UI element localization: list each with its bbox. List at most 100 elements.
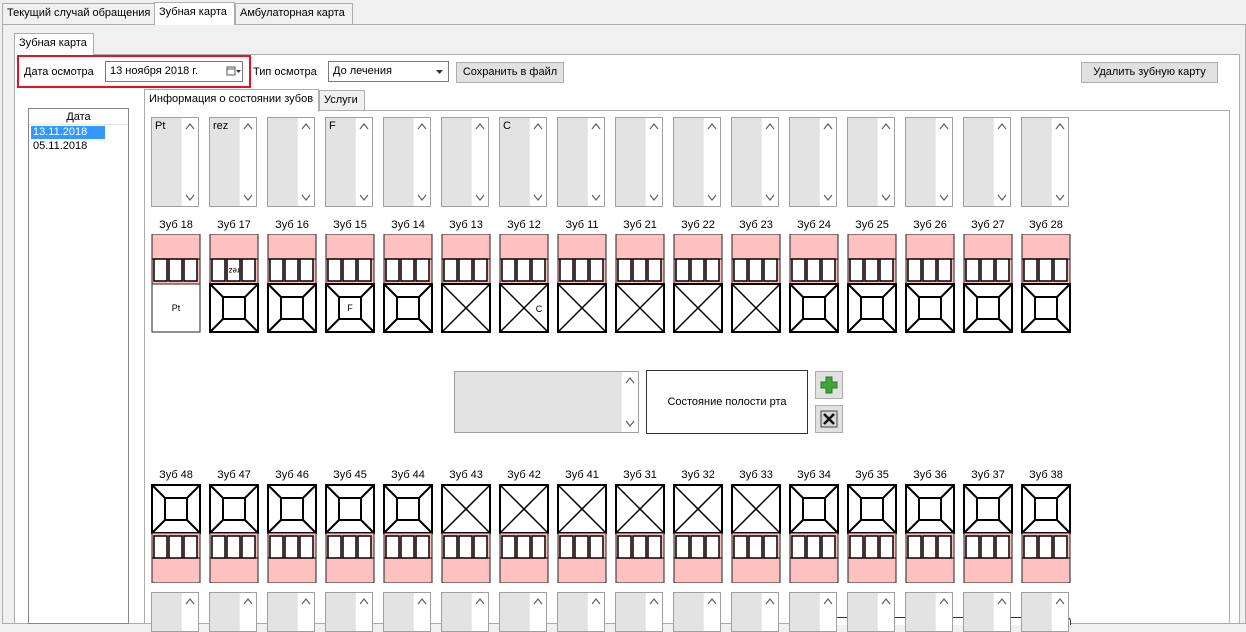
- scrollbar[interactable]: [529, 593, 546, 631]
- tooth-note-field[interactable]: [267, 592, 315, 632]
- scrollbar[interactable]: [935, 593, 952, 631]
- scroll-up-icon[interactable]: [591, 597, 601, 605]
- tooth-diagram[interactable]: [499, 484, 551, 584]
- scroll-up-icon[interactable]: [417, 597, 427, 605]
- save-to-file-button[interactable]: Сохранить в файл: [456, 62, 564, 83]
- scroll-down-icon[interactable]: [625, 420, 635, 428]
- tooth-diagram[interactable]: [963, 233, 1015, 333]
- exam-date-picker[interactable]: 13 ноября 2018 г.: [105, 61, 243, 82]
- tooth-note-field[interactable]: [441, 592, 489, 632]
- tooth-diagram[interactable]: [151, 484, 203, 584]
- scroll-down-icon[interactable]: [1055, 194, 1065, 202]
- tooth-diagram[interactable]: rez: [209, 233, 261, 333]
- tooth-note-field[interactable]: [673, 117, 721, 207]
- scroll-up-icon[interactable]: [625, 376, 635, 384]
- scroll-up-icon[interactable]: [243, 122, 253, 130]
- scroll-up-icon[interactable]: [707, 122, 717, 130]
- scroll-up-icon[interactable]: [939, 597, 949, 605]
- scroll-up-icon[interactable]: [823, 597, 833, 605]
- date-list-item[interactable]: 05.11.2018: [31, 140, 126, 153]
- scrollbar[interactable]: [819, 593, 836, 631]
- tooth-diagram[interactable]: [267, 233, 319, 333]
- tooth-diagram[interactable]: [615, 484, 667, 584]
- scroll-up-icon[interactable]: [533, 122, 543, 130]
- tooth-note-field[interactable]: C: [499, 117, 547, 207]
- scroll-down-icon[interactable]: [417, 194, 427, 202]
- scroll-up-icon[interactable]: [765, 597, 775, 605]
- scroll-down-icon[interactable]: [707, 194, 717, 202]
- tooth-note-field[interactable]: [557, 117, 605, 207]
- scroll-up-icon[interactable]: [881, 122, 891, 130]
- scrollbar[interactable]: [297, 593, 314, 631]
- scroll-down-icon[interactable]: [997, 194, 1007, 202]
- scroll-down-icon[interactable]: [591, 194, 601, 202]
- scrollbar[interactable]: [471, 118, 488, 206]
- scroll-up-icon[interactable]: [765, 122, 775, 130]
- delete-dental-card-button[interactable]: Удалить зубную карту: [1081, 62, 1218, 83]
- scroll-down-icon[interactable]: [765, 194, 775, 202]
- scroll-down-icon[interactable]: [359, 194, 369, 202]
- tooth-note-field[interactable]: [151, 592, 199, 632]
- tooth-note-field[interactable]: [1021, 592, 1069, 632]
- tooth-note-field[interactable]: [789, 117, 837, 207]
- tooth-diagram[interactable]: C: [499, 233, 551, 333]
- scroll-down-icon[interactable]: [881, 194, 891, 202]
- tooth-note-field[interactable]: [905, 117, 953, 207]
- tooth-diagram[interactable]: [963, 484, 1015, 584]
- tooth-note-field[interactable]: [325, 592, 373, 632]
- scroll-down-icon[interactable]: [475, 194, 485, 202]
- tooth-diagram[interactable]: [673, 233, 725, 333]
- delete-button[interactable]: [815, 405, 843, 433]
- tooth-diagram[interactable]: [789, 233, 841, 333]
- scrollbar[interactable]: [355, 593, 372, 631]
- tooth-note-field[interactable]: [963, 117, 1011, 207]
- scrollbar[interactable]: [761, 118, 778, 206]
- add-button[interactable]: [815, 371, 843, 399]
- scrollbar[interactable]: [1051, 593, 1068, 631]
- tooth-diagram[interactable]: Pt: [151, 233, 203, 333]
- scroll-up-icon[interactable]: [475, 122, 485, 130]
- tooth-diagram[interactable]: [441, 233, 493, 333]
- scroll-up-icon[interactable]: [359, 122, 369, 130]
- tooth-note-field[interactable]: [731, 117, 779, 207]
- scrollbar[interactable]: [587, 593, 604, 631]
- scroll-down-icon[interactable]: [823, 194, 833, 202]
- subtab-dental-chart[interactable]: Зубная карта: [14, 33, 94, 56]
- tooth-diagram[interactable]: [1021, 484, 1073, 584]
- scroll-up-icon[interactable]: [417, 122, 427, 130]
- tooth-diagram[interactable]: [441, 484, 493, 584]
- tooth-diagram[interactable]: [557, 233, 609, 333]
- scroll-up-icon[interactable]: [475, 597, 485, 605]
- scroll-up-icon[interactable]: [1055, 122, 1065, 130]
- scroll-up-icon[interactable]: [649, 597, 659, 605]
- scrollbar[interactable]: [297, 118, 314, 206]
- tooth-diagram[interactable]: [847, 233, 899, 333]
- tooth-note-field[interactable]: [499, 592, 547, 632]
- tooth-note-field[interactable]: [441, 117, 489, 207]
- scrollbar[interactable]: [935, 118, 952, 206]
- scroll-up-icon[interactable]: [301, 122, 311, 130]
- tooth-note-field[interactable]: F: [325, 117, 373, 207]
- scroll-up-icon[interactable]: [533, 597, 543, 605]
- scroll-down-icon[interactable]: [243, 194, 253, 202]
- scroll-up-icon[interactable]: [1055, 597, 1065, 605]
- scrollbar[interactable]: [645, 118, 662, 206]
- scrollbar[interactable]: [877, 118, 894, 206]
- tooth-diagram[interactable]: [267, 484, 319, 584]
- scroll-up-icon[interactable]: [591, 122, 601, 130]
- tooth-note-field[interactable]: [963, 592, 1011, 632]
- scrollbar[interactable]: [703, 593, 720, 631]
- tab-teeth-state-info[interactable]: Информация о состоянии зубов: [144, 89, 319, 112]
- exam-type-select[interactable]: До лечения: [328, 61, 449, 82]
- scrollbar[interactable]: [471, 593, 488, 631]
- oral-cavity-notes[interactable]: [454, 371, 639, 433]
- scroll-down-icon[interactable]: [301, 194, 311, 202]
- tooth-note-field[interactable]: [615, 592, 663, 632]
- tooth-note-field[interactable]: [267, 117, 315, 207]
- tooth-diagram[interactable]: [673, 484, 725, 584]
- tooth-note-field[interactable]: [615, 117, 663, 207]
- tooth-diagram[interactable]: [383, 484, 435, 584]
- scroll-down-icon[interactable]: [939, 194, 949, 202]
- scrollbar[interactable]: [877, 593, 894, 631]
- tooth-diagram[interactable]: F: [325, 233, 377, 333]
